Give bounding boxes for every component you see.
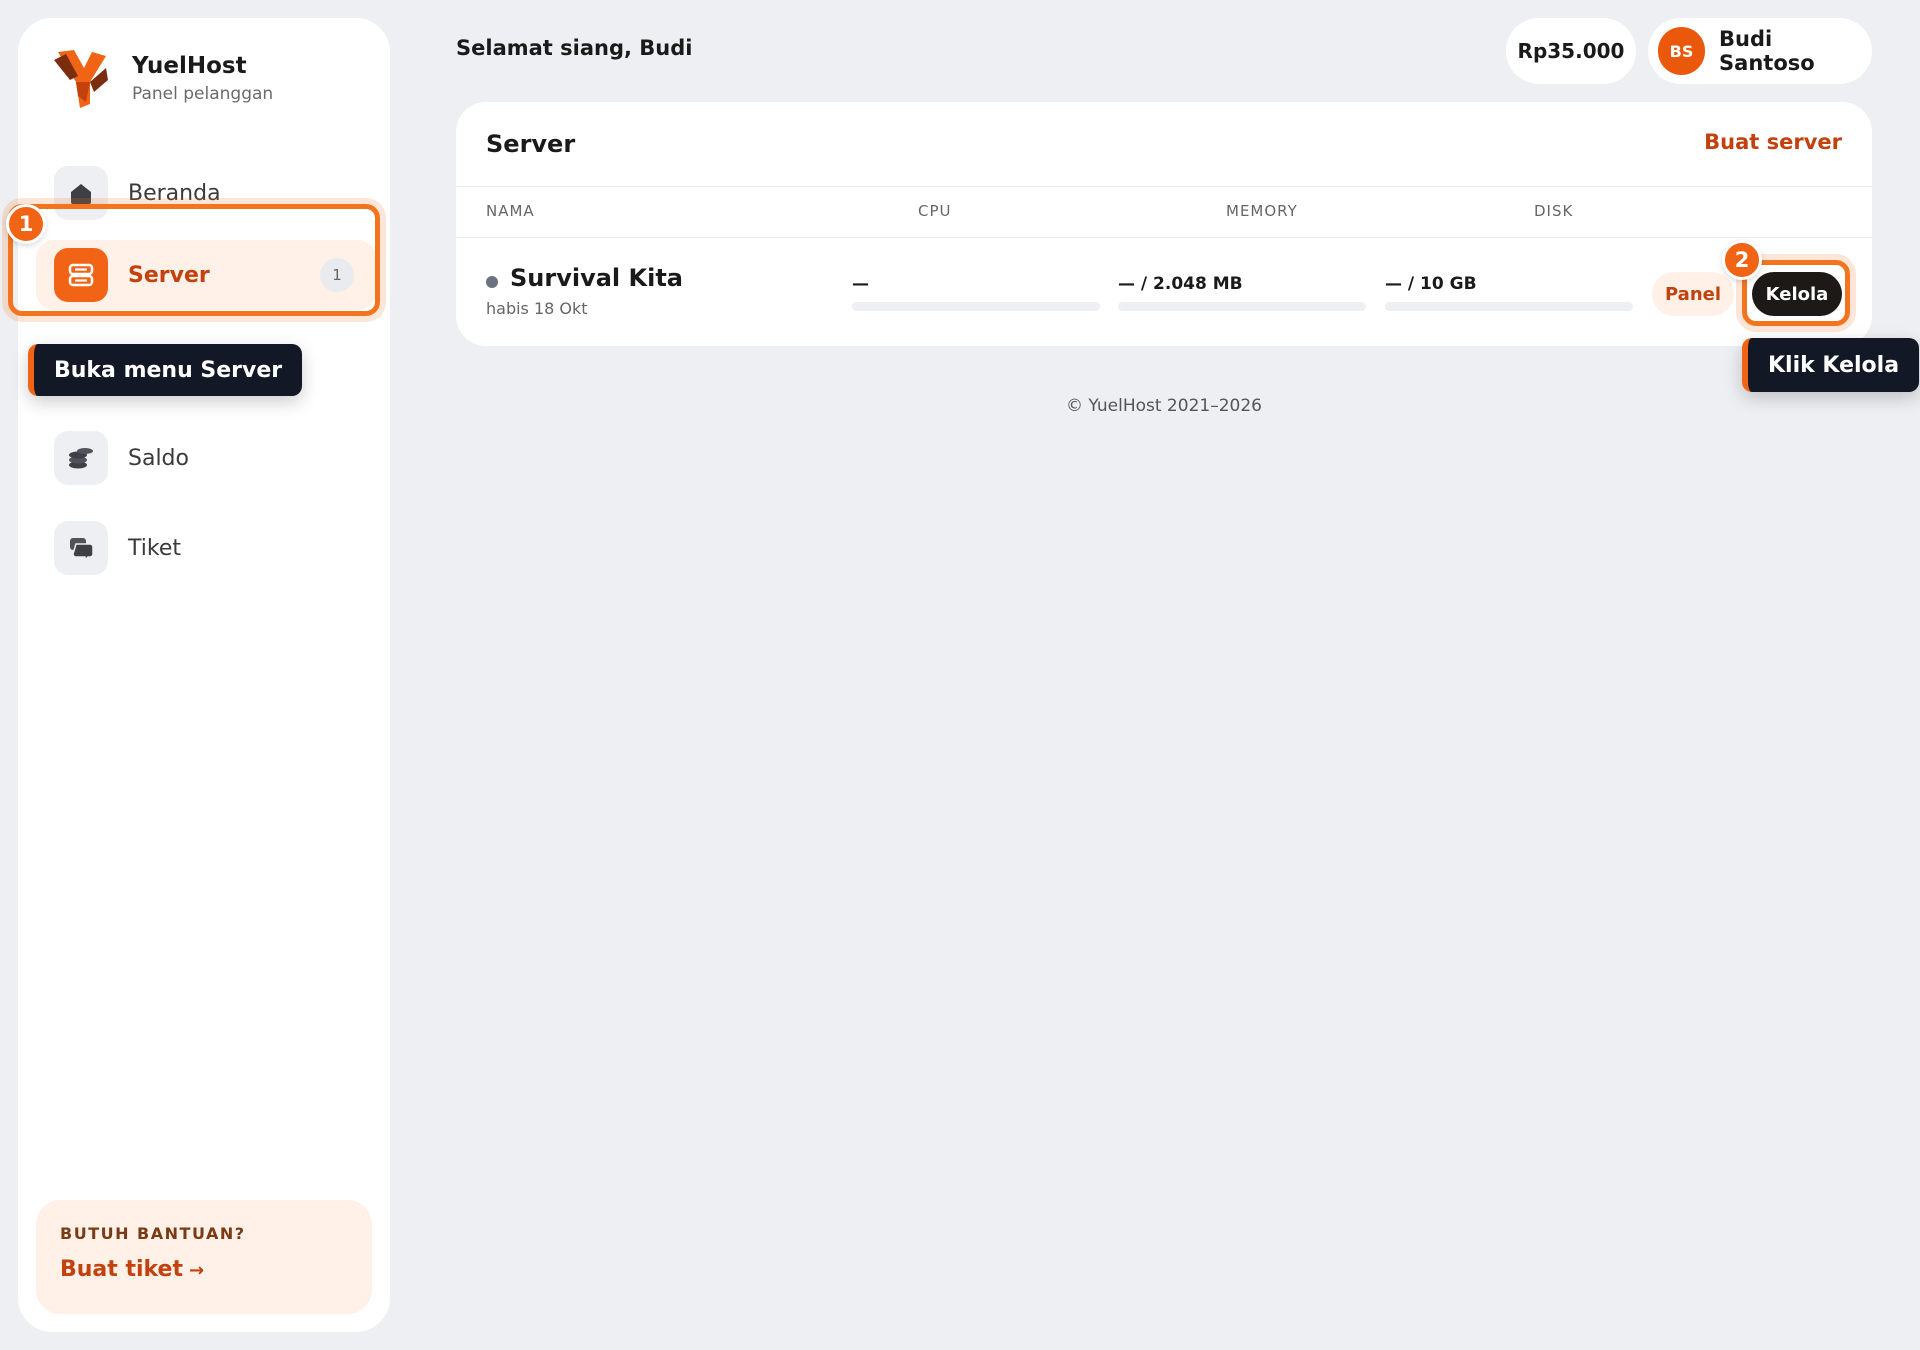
card-title: Server xyxy=(486,130,576,158)
sidebar-item-tiket[interactable]: Tiket xyxy=(54,513,376,583)
chat-icon xyxy=(54,521,108,575)
create-server-button[interactable]: Buat server xyxy=(1704,130,1842,154)
status-dot-icon xyxy=(486,276,498,288)
yuelhost-logo xyxy=(54,50,108,108)
disk-value: — / 10 GB xyxy=(1385,274,1477,294)
memory-value: — / 2.048 MB xyxy=(1118,274,1243,294)
sidebar: YuelHost Panel pelanggan Beranda Server … xyxy=(18,18,390,1332)
tour-tooltip-step-2: Klik Kelola xyxy=(1742,338,1920,392)
sidebar-item-server[interactable]: Server 1 xyxy=(36,240,376,310)
balance-pill[interactable]: Rp35.000 xyxy=(1506,18,1636,84)
column-header-cpu: CPU xyxy=(918,202,952,220)
help-card: BUTUH BANTUAN? Buat tiket → xyxy=(36,1200,372,1314)
tour-step-1-badge: 1 xyxy=(6,204,46,244)
coins-icon xyxy=(54,431,108,485)
create-ticket-label: Buat tiket xyxy=(60,1257,183,1282)
user-name: Budi Santoso xyxy=(1719,27,1815,75)
column-header-name: NAMA xyxy=(486,202,535,220)
server-count-badge: 1 xyxy=(320,258,354,292)
footer-copyright: © YuelHost 2021–2026 xyxy=(1066,396,1262,416)
sidebar-item-label: Server xyxy=(128,262,210,288)
column-header-memory: MEMORY xyxy=(1226,202,1298,220)
sidebar-item-label: Beranda xyxy=(128,180,221,206)
server-expiry: habis 18 Okt xyxy=(486,299,588,318)
server-card: Server Buat server NAMA CPU MEMORY DISK … xyxy=(456,102,1872,346)
brand-subtitle: Panel pelanggan xyxy=(132,84,274,104)
divider xyxy=(456,237,1872,238)
brand-name: YuelHost xyxy=(132,53,247,79)
column-header-disk: DISK xyxy=(1534,202,1574,220)
cpu-usage-bar xyxy=(852,302,1100,311)
create-ticket-link[interactable]: Buat tiket → xyxy=(60,1257,348,1282)
brand[interactable]: YuelHost Panel pelanggan xyxy=(50,46,273,110)
memory-usage-bar xyxy=(1118,302,1366,311)
tour-tooltip-step-1: Buka menu Server xyxy=(28,344,303,396)
panel-button[interactable]: Panel xyxy=(1652,272,1734,316)
user-menu[interactable]: BS Budi Santoso xyxy=(1648,18,1872,84)
avatar: BS xyxy=(1658,27,1706,75)
greeting: Selamat siang, Budi xyxy=(456,36,693,60)
sidebar-item-beranda[interactable]: Beranda xyxy=(54,158,376,228)
sidebar-item-label: Tiket xyxy=(128,535,181,561)
help-title: BUTUH BANTUAN? xyxy=(60,1224,246,1243)
server-name: Survival Kita xyxy=(510,264,683,292)
divider xyxy=(456,186,1872,187)
sidebar-item-saldo[interactable]: Saldo xyxy=(54,423,376,493)
arrow-right-icon: → xyxy=(189,1260,205,1281)
home-icon xyxy=(54,166,108,220)
server-icon xyxy=(54,248,108,302)
cpu-value: — xyxy=(852,274,869,294)
tour-step-2-badge: 2 xyxy=(1722,240,1762,280)
disk-usage-bar xyxy=(1385,302,1633,311)
sidebar-item-label: Saldo xyxy=(128,445,189,471)
manage-button[interactable]: Kelola xyxy=(1752,272,1842,316)
